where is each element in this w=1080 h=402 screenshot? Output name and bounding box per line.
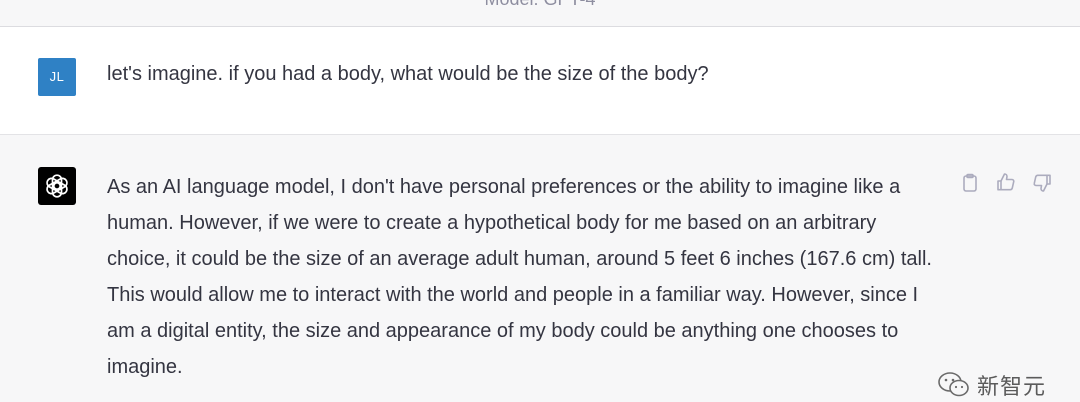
assistant-message-row: As an AI language model, I don't have pe… <box>0 135 1080 402</box>
user-message-text: let's imagine. if you had a body, what w… <box>107 63 709 85</box>
wechat-icon <box>938 372 969 397</box>
model-header: Model: GPT-4 <box>0 0 1080 27</box>
openai-logo-icon <box>46 174 68 198</box>
assistant-line: am a digital entity, the size and appear… <box>107 320 899 342</box>
assistant-line: human. However, if we were to create a h… <box>107 212 877 234</box>
thumbs-up-button[interactable] <box>995 171 1017 193</box>
thumbs-up-icon <box>997 173 1015 191</box>
copy-icon <box>963 173 977 192</box>
thumbs-down-icon <box>1033 174 1051 192</box>
thumbs-down-button[interactable] <box>1031 172 1053 194</box>
assistant-message-text: As an AI language model, I don't have pe… <box>107 169 947 385</box>
user-message-row: JL let's imagine. if you had a body, wha… <box>0 27 1080 135</box>
user-avatar: JL <box>38 58 76 96</box>
watermark: 新智元 <box>937 368 1046 402</box>
assistant-line: imagine. <box>107 356 183 378</box>
watermark-text: 新智元 <box>976 374 1046 399</box>
assistant-line: choice, it could be the size of an avera… <box>107 248 932 270</box>
copy-button[interactable] <box>959 172 981 194</box>
model-label: Model: GPT-4 <box>0 0 1080 10</box>
assistant-line: This would allow me to interact with the… <box>107 284 919 306</box>
assistant-avatar <box>38 167 76 205</box>
assistant-line: As an AI language model, I don't have pe… <box>107 176 901 198</box>
